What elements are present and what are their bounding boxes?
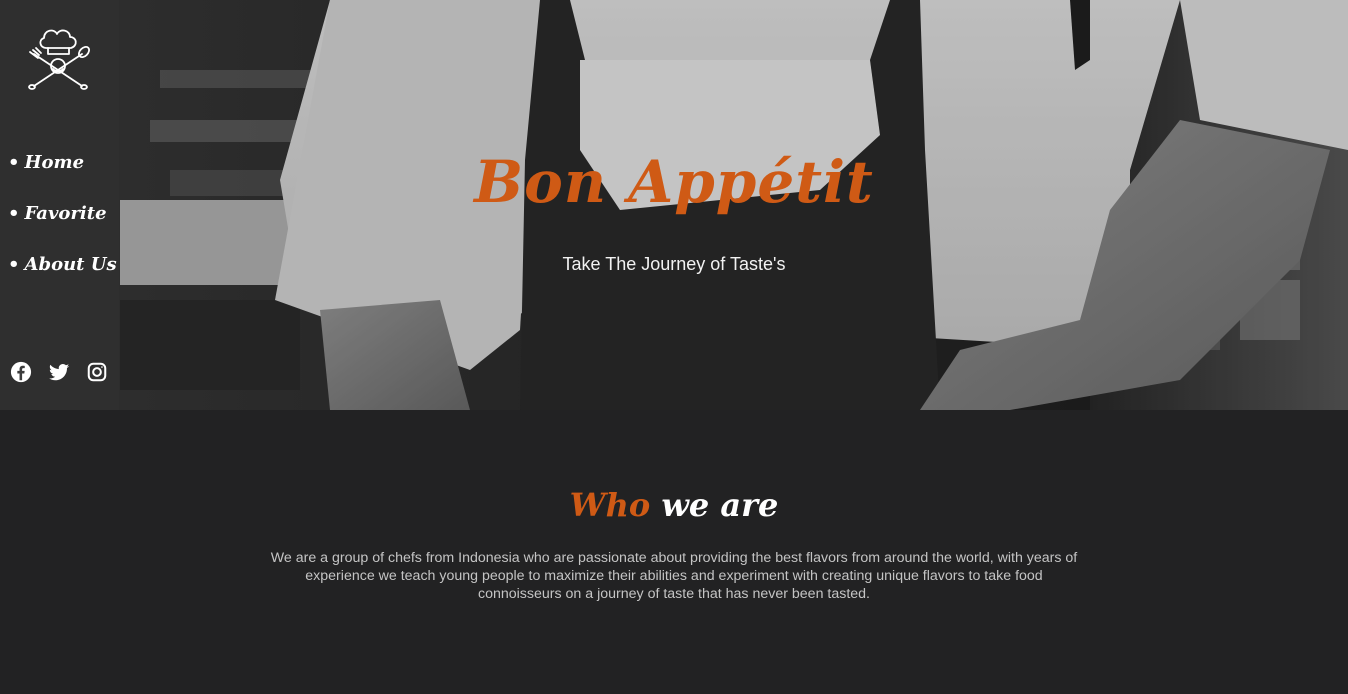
facebook-icon[interactable] — [10, 361, 32, 383]
chef-hat-crossed-utensils-icon[interactable] — [24, 24, 94, 92]
nav-item-favorite[interactable]: • Favorite — [8, 201, 117, 252]
hero-subtitle: Take The Journey of Taste's — [562, 254, 786, 274]
social-links — [10, 361, 124, 383]
about-title: Who we are — [0, 486, 1348, 524]
nav-item-home[interactable]: • Home — [8, 150, 117, 201]
about-section: Who we are We are a group of chefs from … — [0, 410, 1348, 694]
nav-bullet: • — [8, 203, 20, 224]
hero-title: Bon Appétit — [474, 148, 874, 216]
twitter-icon[interactable] — [48, 361, 70, 383]
nav-item-about-us[interactable]: • About Us — [8, 252, 117, 303]
sidebar-nav: • Home • Favorite • About Us — [8, 150, 117, 303]
sidebar: • Home • Favorite • About Us — [0, 0, 119, 410]
about-title-accent: Who — [569, 486, 651, 524]
nav-item-label: Favorite — [24, 203, 107, 224]
nav-item-label: About Us — [24, 254, 117, 275]
instagram-icon[interactable] — [86, 361, 108, 383]
nav-bullet: • — [8, 152, 20, 173]
about-description: We are a group of chefs from Indonesia w… — [270, 550, 1078, 602]
nav-item-label: Home — [24, 152, 85, 173]
page: Bon Appétit Take The Journey of Taste's … — [0, 0, 1348, 694]
hero-section: Bon Appétit Take The Journey of Taste's — [0, 0, 1348, 410]
nav-bullet: • — [8, 254, 20, 275]
about-title-rest: we are — [661, 486, 779, 524]
